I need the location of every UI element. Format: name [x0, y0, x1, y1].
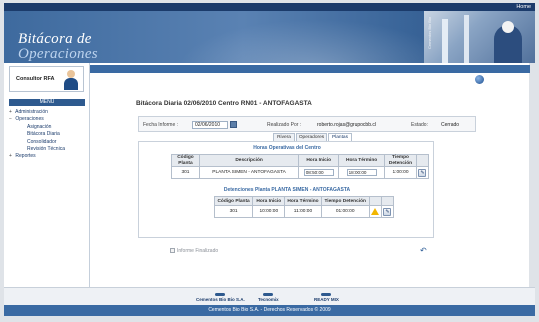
informe-finalizado[interactable]: Informe Finalizado — [170, 248, 218, 254]
header-banner: Bitácora de Operaciones Cementos Bio Bio — [4, 11, 535, 63]
realizado-value: roberto.rojas@grupocbb.cl — [317, 122, 376, 128]
brand-vertical-text: Cementos Bio Bio — [427, 17, 432, 50]
warning-icon[interactable] — [371, 208, 380, 215]
home-link[interactable]: Home — [516, 3, 531, 11]
realizado-label: Realizado Por : — [267, 122, 302, 128]
edit-icon[interactable]: ✎ — [383, 207, 392, 216]
footer-copyright: Cementos Bio Bio S.A. - Derechos Reserva… — [4, 305, 535, 316]
plantas-panel: Horas Operativas del Centro Código Plant… — [138, 141, 434, 238]
column-header: Descripción — [198, 154, 300, 167]
user-label: Consultor RFA — [16, 76, 55, 82]
column-header: Hora Inicio — [298, 154, 340, 167]
horas-section-title: Horas Operativas del Centro — [253, 145, 321, 151]
report-filter-bar: Fecha Informe : 02/06/2010 Realizado Por… — [138, 116, 476, 132]
column-header: Hora Término — [338, 154, 386, 167]
collapse-icon[interactable]: − — [9, 116, 14, 123]
fecha-label: Fecha Informe : — [143, 122, 179, 128]
horas-table: Código Planta Descripción Hora Inicio Ho… — [171, 154, 430, 179]
sidebar-item-reportes[interactable]: + Reportes — [9, 153, 89, 160]
tab-operadores[interactable]: Operadores — [296, 133, 327, 141]
app-frame: Home Bitácora de Operaciones Cementos Bi… — [0, 0, 539, 322]
sidebar-item-consolidador[interactable]: Consolidador — [9, 139, 89, 146]
tiempo-cell: 01:00:00 — [320, 205, 370, 218]
sidebar-item-bitacora-diaria[interactable]: Bitácora Diaria — [9, 131, 89, 138]
estado-label: Estado: — [411, 122, 428, 128]
table-row: 301 PLANTA SIMEN - ANTOFAGASTA 08:50:00 … — [171, 166, 430, 179]
app-title-line2: Operaciones — [18, 46, 98, 62]
detenciones-table: Código Planta Hora Inicio Hora Término T… — [213, 196, 395, 218]
table-header-row: Código Planta Hora Inicio Hora Término T… — [213, 196, 395, 206]
estado-value: Cerrado — [441, 122, 460, 128]
codigo-cell: 301 — [171, 166, 200, 179]
sidebar-item-revision-tecnica[interactable]: Revisión Técnica — [9, 146, 89, 153]
expand-icon[interactable]: + — [9, 153, 14, 160]
banner-decoration — [154, 11, 424, 63]
codigo-cell: 301 — [213, 205, 254, 218]
breadcrumb-path[interactable]: Operaciones > Bitácora Diaria — [130, 74, 201, 80]
column-header: Tiempo Detención — [320, 196, 370, 206]
sidebar-item-administracion[interactable]: + Administración — [9, 109, 89, 116]
page-title: Bitácora Diaria 02/06/2010 Centro RN01 -… — [136, 100, 312, 107]
column-header: Código Planta — [213, 196, 254, 206]
edit-icon[interactable]: ✎ — [418, 168, 427, 177]
tiempo-cell: 1:00:00 — [384, 166, 417, 179]
calendar-icon[interactable] — [230, 121, 237, 128]
fecha-input[interactable]: 02/06/2010 — [192, 121, 228, 129]
sidebar-item-operaciones[interactable]: − Operaciones — [9, 116, 89, 123]
undo-icon[interactable]: ↶ — [420, 246, 427, 255]
footer-logos: Cementos Bio Bio S.A. Tecnomix READY MIX — [4, 287, 535, 305]
termino-cell: 11:00:00 — [284, 205, 322, 218]
header-photo — [424, 11, 535, 63]
user-avatar-icon — [64, 70, 78, 90]
menu-header: MENU — [9, 99, 85, 106]
top-bar: Home — [4, 3, 535, 11]
logo-readymix: READY MIX — [314, 293, 339, 302]
logo-cementos: Cementos Bio Bio S.A. — [196, 293, 245, 302]
finalizado-label: Informe Finalizado — [177, 248, 219, 254]
globe-icon[interactable] — [475, 75, 484, 84]
tab-rivera[interactable]: Rivera — [273, 133, 295, 141]
finalizado-checkbox[interactable] — [170, 248, 175, 254]
table-header-row: Código Planta Descripción Hora Inicio Ho… — [171, 154, 430, 167]
breadcrumb: Usted está en: Operaciones > Bitácora Dia… — [90, 65, 530, 80]
descripcion-cell: PLANTA SIMEN - ANTOFAGASTA — [198, 166, 300, 179]
column-header: Hora Término — [284, 196, 322, 206]
column-header: Tiempo Detención — [384, 154, 417, 167]
tab-plantas[interactable]: Plantas — [328, 133, 352, 141]
table-row: 301 10:00:00 11:00:00 01:00:00 ✎ — [213, 205, 395, 218]
sidebar: Consultor RFA MENU + Administración − Op… — [4, 63, 89, 287]
expand-icon[interactable]: + — [9, 109, 14, 116]
sidebar-item-asignacion[interactable]: Asignación — [9, 124, 89, 131]
sidebar-menu: + Administración − Operaciones Asignació… — [9, 109, 89, 161]
hora-inicio-input[interactable]: 08:50:00 — [303, 169, 334, 176]
breadcrumb-prefix: Usted está en: — [94, 74, 127, 80]
inicio-cell: 10:00:00 — [252, 205, 286, 218]
user-box: Consultor RFA — [9, 66, 84, 92]
hora-termino-input[interactable]: 18:00:00 — [346, 169, 377, 176]
column-header: Hora Inicio — [252, 196, 286, 206]
column-header: Código Planta — [171, 154, 200, 167]
detenciones-section-title: Detenciones Planta PLANTA SIMEN - ANTOFA… — [223, 187, 351, 193]
main-content: Usted está en: Operaciones > Bitácora Dia… — [89, 63, 530, 287]
logo-tecnomix: Tecnomix — [258, 293, 279, 302]
